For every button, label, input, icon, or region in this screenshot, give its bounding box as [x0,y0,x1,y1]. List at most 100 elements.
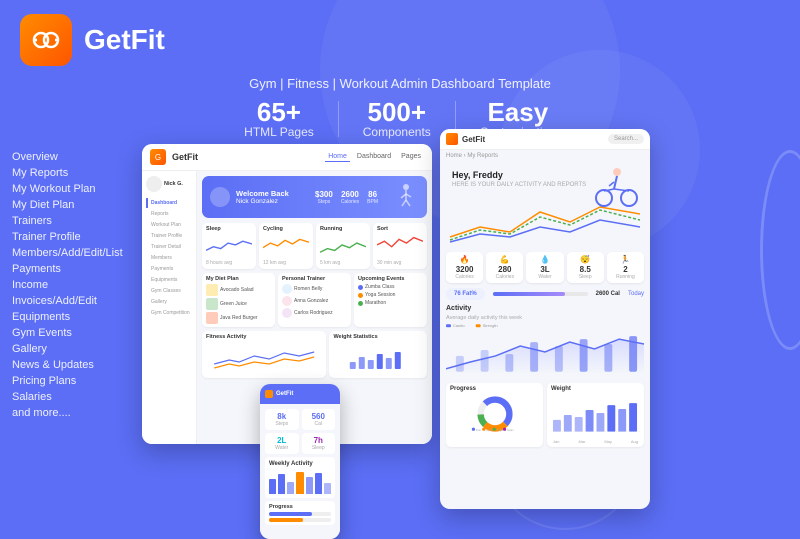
cyclist-illustration [589,164,644,209]
dash-brand-small: GetFit [172,152,198,162]
diet-plan-title: My Diet Plan [206,276,271,282]
dash-header: G GetFit Home Dashboard Pages [142,144,432,171]
nav-pricing-plans[interactable]: Pricing Plans [12,373,132,389]
stat-html-pages-label: HTML Pages [244,125,314,139]
mobile-stat-water: 2L Water [265,433,299,454]
nav-more[interactable]: and more.... [12,405,132,421]
nav-gallery[interactable]: Gallery [12,341,132,357]
mini-chart-sort-sub: 30 min avg [377,260,423,266]
trainer-2: Anna Gonzalez [294,298,328,304]
dr-progress-section: 76 Fat% 2600 Cal Today [440,288,650,300]
svg-text:Run: Run [475,428,481,432]
bar-fri [306,477,313,495]
dr-stat-water: 💧 3L Water [526,252,563,283]
diet-item-2: Green Juice [220,301,247,307]
svg-text:Gym: Gym [486,428,493,432]
mobile-stat-cal: 560 Cal [302,409,336,430]
nav-members[interactable]: Members/Add/Edit/List [12,245,132,261]
personal-trainer-title: Personal Trainer [282,276,347,282]
dashboards-area: G GetFit Home Dashboard Pages Nick G. Da… [142,149,788,529]
fitness-activity-title: Fitness Activity [206,334,322,340]
nav-trainers[interactable]: Trainers [12,213,132,229]
dr-progress-chart: Progress Run Gym Yoga [446,383,543,447]
stat-html-pages: 65+ HTML Pages [244,99,314,139]
dr-stat-sleep: 😴 8.5 Sleep [567,252,604,283]
sidebar-trainer-detail: Trainer Detail [146,242,192,252]
dr-progress-title: Progress [450,386,539,392]
dr-pie-chart: Run Gym Yoga Swim [470,394,520,434]
trainer-1: Romen Belly [294,286,322,292]
upcoming-events-title: Upcoming Events [358,276,423,282]
nav-income[interactable]: Income [12,277,132,293]
svg-text:Strength: Strength [483,324,498,328]
svg-text:Yoga: Yoga [496,428,503,432]
main-content: Overview My Reports My Workout Plan My D… [0,149,800,529]
diet-item-1: Avocado Salad [220,287,254,293]
brand-name: GetFit [84,24,165,56]
mini-chart-sort-title: Sort [377,226,423,232]
nav-trainer-profile[interactable]: Trainer Profile [12,229,132,245]
nav-my-diet-plan[interactable]: My Diet Plan [12,197,132,213]
bar-tue [278,474,285,494]
dr-weight-bar-chart [551,394,640,434]
sidebar-gallery: Gallery [146,297,192,307]
mobile-stats-row: 8k Steps 560 Cal [265,409,335,430]
trainer-3: Carlos Rodriguez [294,310,333,316]
bar-wed [287,482,294,495]
dashboard-right-screenshot: GetFit Search... Home › My Reports Hey, … [440,129,650,509]
event-1: Zumba Class [365,284,394,290]
sidebar-workout: Workout Plan [146,220,192,230]
dr-fat-stat: 76 Fat% [446,288,485,300]
dr-activity-subtitle: Average daily activity this week [446,315,644,321]
svg-text:Swim: Swim [507,428,515,432]
nav-news-updates[interactable]: News & Updates [12,357,132,373]
mobile-stats-row-2: 2L Water 7h Sleep [265,433,335,454]
tagline: Gym | Fitness | Workout Admin Dashboard … [0,76,800,91]
dr-weight-chart: Weight Jan Mar [547,383,644,447]
mini-chart-sleep-title: Sleep [206,226,252,232]
nav-equipments[interactable]: Equipments [12,309,132,325]
sidebar-equipments: Equipments [146,275,192,285]
dr-breadcrumb: Home › My Reports [440,150,650,162]
sidebar-trainer: Trainer Profile [146,231,192,241]
dr-search-box: Search... [608,134,644,144]
dr-header: GetFit Search... [440,129,650,150]
nav-salaries[interactable]: Salaries [12,389,132,405]
mobile-progress: Progress [265,501,335,525]
mobile-stat-sleep: 7h Sleep [302,433,336,454]
dr-stats-row: 🔥 3200 Calories 💪 280 Calories 💧 3L Wate… [440,252,650,283]
bar-sat [315,473,322,494]
dr-calorie-count: 2600 Cal [596,291,620,297]
nav-payments[interactable]: Payments [12,261,132,277]
bar-mon [269,479,276,494]
sidebar-gym-comp: Gym Competition [146,308,192,318]
dr-weight-title: Weight [551,386,640,392]
mobile-header: GetFit [260,384,340,404]
bar-sun [324,483,331,494]
event-3: Marathon [365,300,386,306]
dash-logo-small: G [150,149,166,165]
mobile-logo [265,390,273,398]
dash-welcome-text: Welcome Back [236,189,289,198]
dr-activity-chart: Cardio Strength [446,324,644,374]
dr-bottom-charts: Progress Run Gym Yoga [440,383,650,447]
nav-overview[interactable]: Overview [12,149,132,165]
dr-stat-running: 🏃 2 Running [607,252,644,283]
mobile-screenshot: GetFit 8k Steps 560 Cal 2L Water [260,384,340,539]
dr-today-label: Today [628,291,644,297]
dr-stat-calories: 🔥 3200 Calories [446,252,483,283]
nav-gym-events[interactable]: Gym Events [12,325,132,341]
sidebar-members: Members [146,253,192,263]
sidebar-gym-classes: Gym Classes [146,286,192,296]
weight-legend: Jan Mar May Aug [551,439,640,444]
dash-tab-pages: Pages [398,152,424,162]
nav-my-workout-plan[interactable]: My Workout Plan [12,181,132,197]
mobile-brand-name: GetFit [276,391,293,397]
nav-my-reports[interactable]: My Reports [12,165,132,181]
dr-stat-strength: 💪 280 Calories [486,252,523,283]
dash-tab-home: Home [325,152,350,162]
dr-progress-bar-fill [493,292,565,296]
nav-invoices[interactable]: Invoices/Add/Edit [12,293,132,309]
mini-chart-sleep-sub: 8 hours avg [206,260,252,266]
mini-chart-running-sub: 5 km avg [320,260,366,266]
